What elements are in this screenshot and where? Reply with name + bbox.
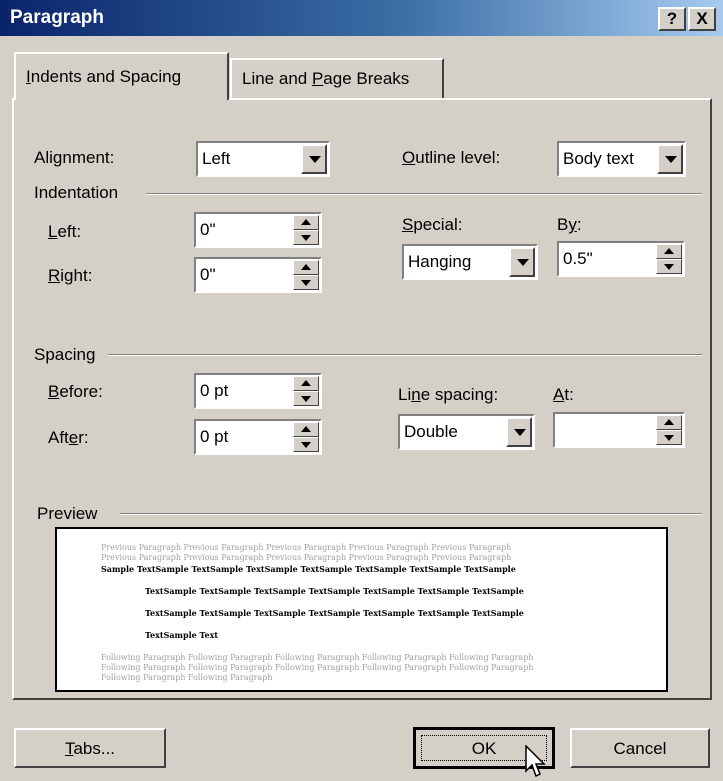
- chevron-down-icon[interactable]: [506, 417, 532, 447]
- chevron-down-icon[interactable]: [657, 144, 683, 174]
- close-button[interactable]: X: [688, 7, 716, 31]
- alignment-dropdown[interactable]: Left: [196, 141, 330, 177]
- spin-up-icon[interactable]: [293, 422, 319, 437]
- right-indent-spinner[interactable]: 0": [194, 257, 322, 293]
- preview-heading: Preview: [37, 504, 98, 523]
- at-spinner[interactable]: [553, 412, 685, 448]
- tab-line-and-page-breaks[interactable]: Line and Page Breaks: [230, 58, 444, 98]
- previous-paragraph-line: Previous Paragraph Previous Paragraph Pr…: [101, 543, 512, 552]
- following-paragraph-line: Following Paragraph Following Paragraph …: [101, 663, 534, 672]
- line-spacing-dropdown[interactable]: Double: [398, 414, 535, 450]
- by-value: 0.5": [563, 249, 593, 268]
- special-value: Hanging: [408, 252, 472, 271]
- spin-up-icon[interactable]: [656, 415, 682, 430]
- spin-down-icon[interactable]: [293, 437, 319, 452]
- following-paragraph-line: Following Paragraph Following Paragraph: [101, 673, 273, 682]
- spin-down-icon[interactable]: [656, 259, 682, 274]
- indentation-heading: Indentation: [34, 183, 119, 202]
- title-bar: Paragraph ? X: [0, 0, 723, 36]
- outline-level-dropdown[interactable]: Body text: [557, 141, 686, 177]
- spin-down-icon[interactable]: [293, 275, 319, 290]
- spin-up-icon[interactable]: [293, 376, 319, 391]
- line-spacing-label: Line spacing:: [398, 385, 499, 404]
- sample-text-line: TextSample TextSample TextSample TextSam…: [145, 608, 524, 618]
- spacing-after-spinner[interactable]: 0 pt: [194, 419, 322, 455]
- outline-level-value: Body text: [563, 149, 634, 168]
- spacing-after-value: 0 pt: [200, 427, 229, 446]
- chevron-down-icon[interactable]: [301, 144, 327, 174]
- spin-down-icon[interactable]: [293, 391, 319, 406]
- left-indent-label: Left:: [48, 222, 82, 241]
- alignment-label: Alignment:: [34, 148, 115, 167]
- line-spacing-value: Double: [404, 422, 458, 441]
- right-indent-label: Right:: [48, 266, 93, 285]
- help-button[interactable]: ?: [658, 7, 686, 31]
- previous-paragraph-line: Previous Paragraph Previous Paragraph Pr…: [101, 553, 512, 562]
- spin-up-icon[interactable]: [656, 244, 682, 259]
- outline-level-label: Outline level:: [402, 148, 501, 167]
- special-dropdown[interactable]: Hanging: [402, 244, 538, 280]
- alignment-value: Left: [202, 149, 231, 168]
- at-label: At:: [553, 385, 574, 404]
- paragraph-preview: Previous Paragraph Previous Paragraph Pr…: [55, 527, 668, 692]
- tab-indents-and-spacing[interactable]: Indents and Spacing: [14, 52, 229, 100]
- spacing-divider: [108, 354, 702, 356]
- spin-up-icon[interactable]: [293, 215, 319, 230]
- spin-down-icon[interactable]: [656, 430, 682, 445]
- left-indent-value: 0": [200, 220, 216, 239]
- dialog-title: Paragraph: [10, 7, 104, 28]
- special-label: Special:: [402, 215, 463, 234]
- preview-divider: [120, 513, 702, 515]
- by-label: By:: [557, 215, 582, 234]
- after-label: After:: [48, 428, 89, 447]
- cancel-button[interactable]: Cancel: [570, 728, 710, 768]
- spin-up-icon[interactable]: [293, 260, 319, 275]
- by-spinner[interactable]: 0.5": [557, 241, 685, 277]
- before-label: Before:: [48, 382, 103, 401]
- spin-down-icon[interactable]: [293, 230, 319, 245]
- following-paragraph-line: Following Paragraph Following Paragraph …: [101, 653, 534, 662]
- spacing-before-spinner[interactable]: 0 pt: [194, 373, 322, 409]
- mouse-pointer-icon: [525, 745, 546, 778]
- left-indent-spinner[interactable]: 0": [194, 212, 322, 248]
- sample-text-line: Sample TextSample TextSample TextSample …: [101, 564, 516, 574]
- right-indent-value: 0": [200, 265, 216, 284]
- sample-text-line: TextSample Text: [145, 630, 219, 640]
- indentation-divider: [146, 193, 702, 195]
- tabs-button[interactable]: Tabs...: [14, 728, 166, 768]
- spacing-heading: Spacing: [34, 345, 96, 364]
- chevron-down-icon[interactable]: [509, 247, 535, 277]
- sample-text-line: TextSample TextSample TextSample TextSam…: [145, 586, 524, 596]
- spacing-before-value: 0 pt: [200, 381, 229, 400]
